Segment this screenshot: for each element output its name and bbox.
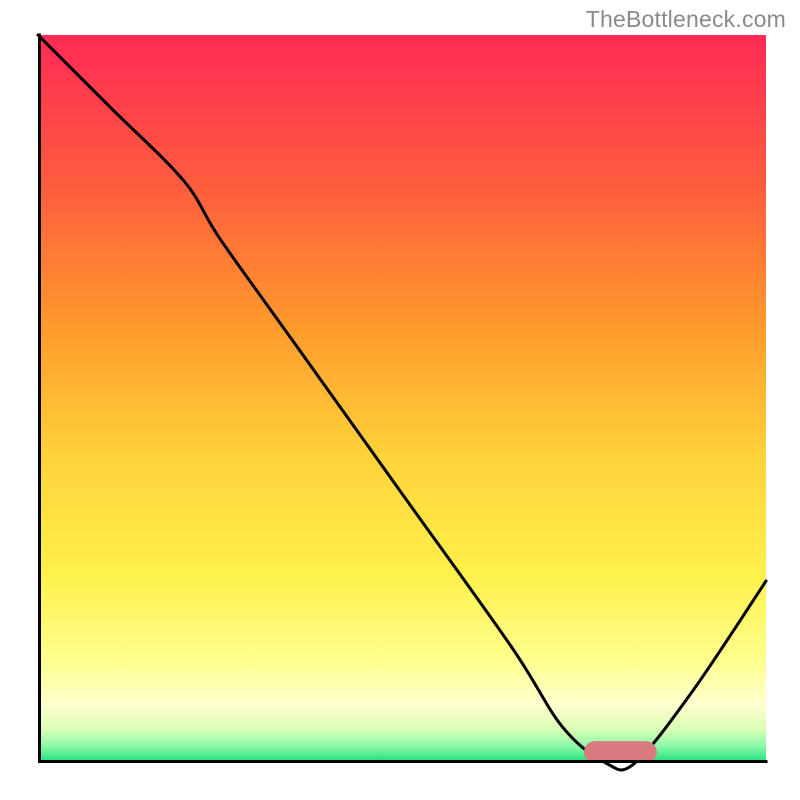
chart-container: TheBottleneck.com bbox=[0, 0, 800, 800]
optimum-marker bbox=[584, 741, 657, 763]
bottleneck-chart bbox=[0, 0, 800, 800]
attribution-label: TheBottleneck.com bbox=[586, 6, 786, 33]
